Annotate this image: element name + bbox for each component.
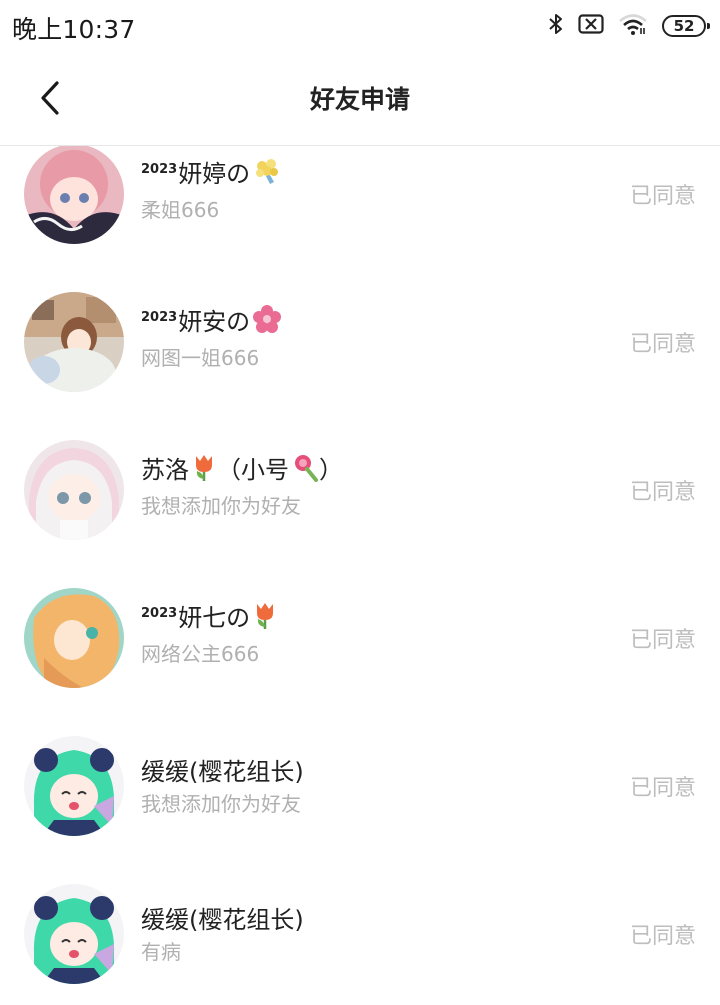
status-time: 晚上10:37 bbox=[12, 15, 136, 44]
name-superscript: 2023 bbox=[141, 310, 178, 325]
request-message: 我想添加你为好友 bbox=[141, 792, 301, 816]
name-text: 妍七の bbox=[178, 604, 251, 632]
name-superscript: 2023 bbox=[141, 162, 178, 177]
request-message: 网图一姐666 bbox=[141, 346, 260, 370]
accepted-status[interactable]: 已同意 bbox=[630, 326, 696, 358]
page-title: 好友申请 bbox=[309, 85, 410, 114]
accepted-status[interactable]: 已同意 bbox=[630, 770, 696, 802]
accepted-status[interactable]: 已同意 bbox=[630, 918, 696, 950]
request-message: 柔姐666 bbox=[141, 198, 220, 222]
avatar[interactable] bbox=[24, 440, 124, 540]
tulip-emoji bbox=[252, 600, 278, 636]
request-name: 苏洛 （小号 ） bbox=[141, 450, 343, 488]
status-bar: 晚上10:37 52 bbox=[0, 0, 720, 52]
accepted-status[interactable]: 已同意 bbox=[630, 178, 696, 210]
name-text: 苏洛 bbox=[141, 456, 189, 484]
name-end: ） bbox=[319, 456, 343, 484]
request-name: 缓缓(樱花组长) bbox=[141, 752, 304, 787]
avatar[interactable] bbox=[24, 736, 124, 836]
list-item[interactable]: 2023妍七の 网络公主666 已同意 bbox=[0, 586, 720, 734]
list-item[interactable]: 2023妍婷の 柔姐666 已同意 bbox=[0, 146, 720, 290]
wifi-icon bbox=[618, 12, 648, 40]
list-item[interactable]: 2023妍安の 网图一姐666 已同意 bbox=[0, 290, 720, 438]
request-name: 2023妍安の bbox=[141, 302, 282, 340]
request-message: 我想添加你为好友 bbox=[141, 494, 301, 518]
request-message: 网络公主666 bbox=[141, 642, 260, 666]
request-message: 有病 bbox=[141, 940, 181, 964]
avatar[interactable] bbox=[24, 884, 124, 984]
avatar[interactable] bbox=[24, 146, 124, 244]
tulip-emoji bbox=[191, 452, 217, 488]
name-text: 缓缓(樱花组长) bbox=[141, 758, 304, 786]
name-suffix: （小号 bbox=[217, 456, 289, 484]
avatar[interactable] bbox=[24, 588, 124, 688]
bouquet-emoji bbox=[252, 156, 282, 192]
navigation-bar: 好友申请 bbox=[0, 52, 720, 146]
accepted-status[interactable]: 已同意 bbox=[630, 474, 696, 506]
name-text: 妍婷の bbox=[178, 160, 251, 188]
list-item[interactable]: 缓缓(樱花组长) 我想添加你为好友 已同意 bbox=[0, 734, 720, 882]
bluetooth-icon bbox=[548, 12, 564, 40]
cherry-blossom-emoji bbox=[252, 304, 282, 340]
request-name: 2023妍七の bbox=[141, 598, 278, 636]
sim-off-icon bbox=[578, 14, 604, 38]
status-icons: 52 bbox=[548, 12, 710, 40]
lollipop-emoji bbox=[291, 452, 319, 488]
friend-request-list: 2023妍婷の 柔姐666 已同意 2023妍安の 网图一姐666 已同意 苏洛… bbox=[0, 146, 720, 1005]
battery-icon: 52 bbox=[662, 15, 710, 37]
name-superscript: 2023 bbox=[141, 606, 178, 621]
request-name: 缓缓(樱花组长) bbox=[141, 900, 304, 935]
name-text: 妍安の bbox=[178, 308, 251, 336]
list-item[interactable]: 缓缓(樱花组长) 有病 已同意 bbox=[0, 882, 720, 1005]
accepted-status[interactable]: 已同意 bbox=[630, 622, 696, 654]
name-text: 缓缓(樱花组长) bbox=[141, 906, 304, 934]
battery-level: 52 bbox=[673, 17, 695, 35]
request-name: 2023妍婷の bbox=[141, 154, 282, 192]
avatar[interactable] bbox=[24, 292, 124, 392]
list-item[interactable]: 苏洛 （小号 ） 我想添加你为好友 已同意 bbox=[0, 438, 720, 586]
